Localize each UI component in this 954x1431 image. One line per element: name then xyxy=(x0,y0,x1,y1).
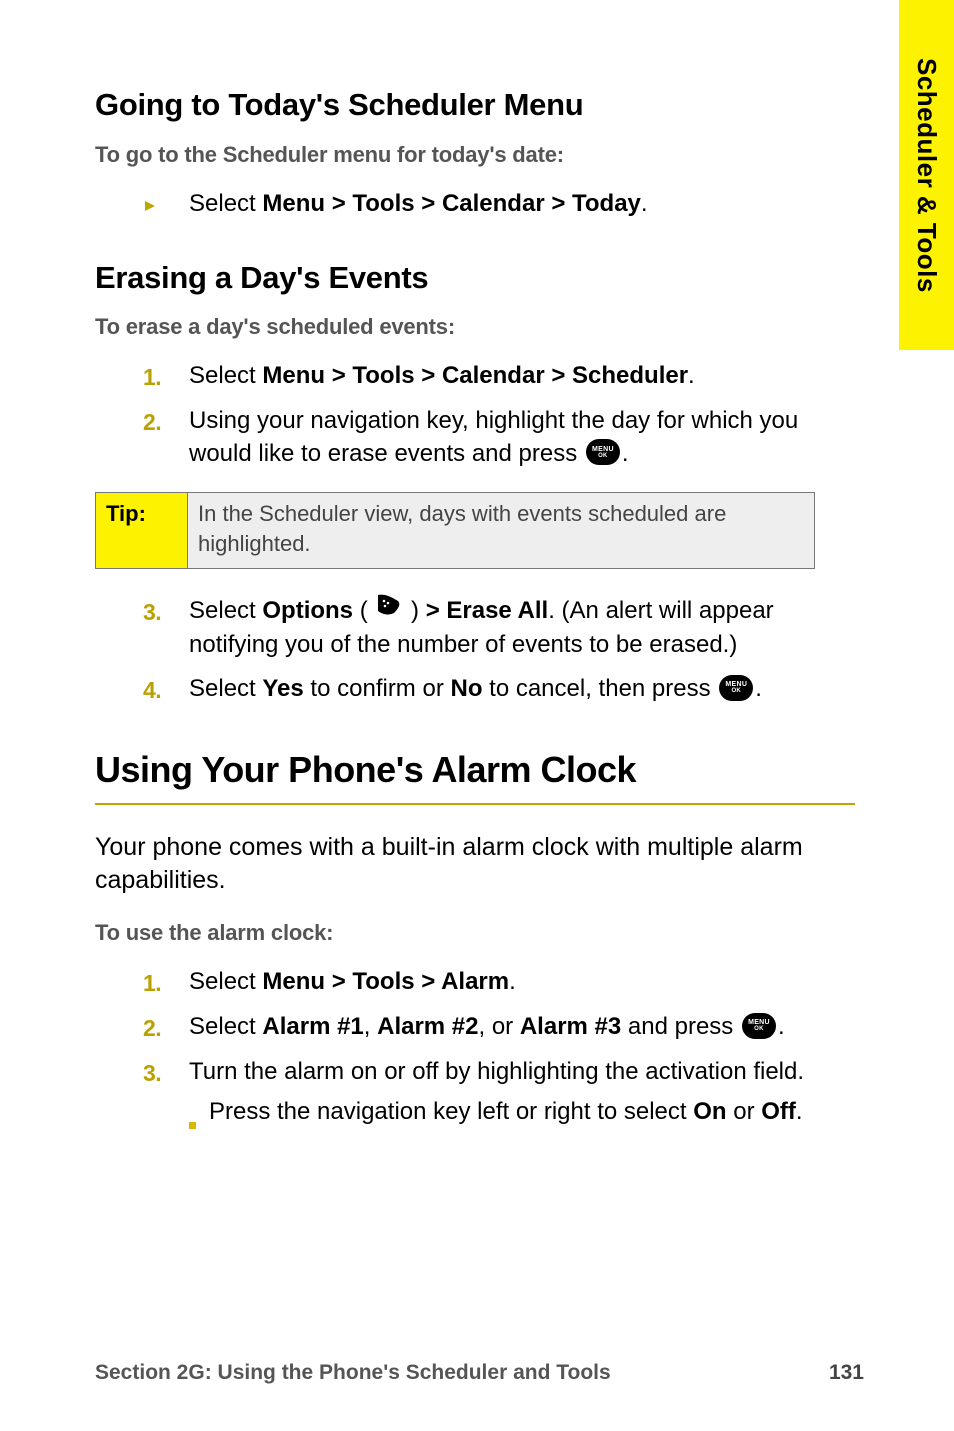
text-fragment: Select xyxy=(189,362,262,389)
step-text: Select Menu > Tools > Alarm. xyxy=(189,966,864,999)
bullet-today-path: Select Menu > Tools > Calendar > Today. xyxy=(143,188,864,221)
text-bold: Menu > Tools > Alarm xyxy=(262,968,509,995)
bullet-today-text: Select Menu > Tools > Calendar > Today. xyxy=(189,188,864,221)
step-number: 2. xyxy=(143,1011,189,1044)
softkey-right-icon xyxy=(376,593,402,626)
sub-bullet: Press the navigation key left or right t… xyxy=(189,1096,864,1138)
text-fragment: to cancel, then press xyxy=(482,675,717,702)
step-text: Select Menu > Tools > Calendar > Schedul… xyxy=(189,360,864,393)
step-number: 1. xyxy=(143,966,189,999)
menu-ok-icon: MENU OK xyxy=(586,439,620,465)
page-footer: Section 2G: Using the Phone's Scheduler … xyxy=(95,1359,864,1387)
step-number: 3. xyxy=(143,1056,189,1139)
text-fragment: ) xyxy=(404,597,425,624)
side-tab-label: Scheduler & Tools xyxy=(909,58,944,293)
tip-box: Tip: In the Scheduler view, days with ev… xyxy=(95,492,815,569)
text-bold: No xyxy=(450,675,482,702)
icon-text: MENU xyxy=(748,1019,770,1026)
text-fragment: Select xyxy=(189,968,262,995)
page-number: 131 xyxy=(829,1359,864,1387)
sub-bullet-text: Press the navigation key left or right t… xyxy=(209,1096,864,1138)
icon-text: OK xyxy=(754,1026,764,1032)
text-fragment: . xyxy=(778,1013,785,1040)
step-3-erase: 3. Select Options ( ) > Erase All. (An a… xyxy=(143,595,864,661)
text-bold: On xyxy=(693,1098,726,1125)
tip-label: Tip: xyxy=(96,492,188,568)
text-fragment: Select xyxy=(189,675,262,702)
text-fragment: Using your navigation key, highlight the… xyxy=(189,407,798,466)
step-number: 1. xyxy=(143,360,189,393)
step-text: Turn the alarm on or off by highlighting… xyxy=(189,1056,864,1139)
text-fragment: Turn the alarm on or off by highlighting… xyxy=(189,1058,804,1085)
text-fragment: to confirm or xyxy=(304,675,451,702)
lead-alarm: To use the alarm clock: xyxy=(95,918,864,948)
text-bold: Menu > Tools > Calendar > Today xyxy=(262,190,641,217)
heading-alarm-clock: Using Your Phone's Alarm Clock xyxy=(95,746,864,795)
step-4-erase: 4. Select Yes to confirm or No to cancel… xyxy=(143,673,864,706)
text-fragment: . xyxy=(796,1098,803,1125)
text-bold: Yes xyxy=(262,675,303,702)
step-number: 3. xyxy=(143,595,189,661)
text-bold: Alarm #2 xyxy=(377,1013,478,1040)
step-1-erase: 1. Select Menu > Tools > Calendar > Sche… xyxy=(143,360,864,393)
text-bold: Off xyxy=(761,1098,796,1125)
step-2-erase: 2. Using your navigation key, highlight … xyxy=(143,405,864,470)
lead-erasing: To erase a day's scheduled events: xyxy=(95,312,864,342)
icon-text: OK xyxy=(598,453,608,459)
text-bold: Alarm #3 xyxy=(520,1013,621,1040)
text-fragment: Select xyxy=(189,597,262,624)
divider xyxy=(95,803,855,805)
text-bold: Options xyxy=(262,597,353,624)
text-fragment: , xyxy=(364,1013,377,1040)
text-fragment: or xyxy=(727,1098,762,1125)
text-fragment: ( xyxy=(353,597,374,624)
step-text: Select Options ( ) > Erase All. (An aler… xyxy=(189,595,864,661)
alarm-intro: Your phone comes with a built-in alarm c… xyxy=(95,831,864,899)
text-fragment: . xyxy=(509,968,516,995)
text-bold: Menu > Tools > Calendar > Scheduler xyxy=(262,362,688,389)
text-fragment: Select xyxy=(189,1013,262,1040)
text-fragment: . xyxy=(622,440,629,467)
step-text: Using your navigation key, highlight the… xyxy=(189,405,864,470)
menu-ok-icon: MENU OK xyxy=(742,1013,776,1039)
lead-today: To go to the Scheduler menu for today's … xyxy=(95,140,864,170)
text-bold: Alarm #1 xyxy=(262,1013,363,1040)
icon-text: OK xyxy=(731,688,741,694)
menu-ok-icon: MENU OK xyxy=(719,675,753,701)
text-fragment: . xyxy=(755,675,762,702)
step-text: Select Alarm #1, Alarm #2, or Alarm #3 a… xyxy=(189,1011,864,1044)
step-2-alarm: 2. Select Alarm #1, Alarm #2, or Alarm #… xyxy=(143,1011,864,1044)
icon-text: MENU xyxy=(725,681,747,688)
text-fragment: Press the navigation key left or right t… xyxy=(209,1098,693,1125)
footer-section: Section 2G: Using the Phone's Scheduler … xyxy=(95,1359,611,1387)
text-fragment: . xyxy=(641,190,648,217)
step-number: 4. xyxy=(143,673,189,706)
step-1-alarm: 1. Select Menu > Tools > Alarm. xyxy=(143,966,864,999)
text-fragment: Select xyxy=(189,190,262,217)
side-tab: Scheduler & Tools xyxy=(899,0,954,350)
heading-erasing: Erasing a Day's Events xyxy=(95,257,864,299)
text-fragment: , or xyxy=(479,1013,520,1040)
icon-text: MENU xyxy=(592,446,614,453)
heading-today-scheduler: Going to Today's Scheduler Menu xyxy=(95,84,864,126)
text-fragment: . xyxy=(688,362,695,389)
square-bullet-icon xyxy=(189,1096,209,1138)
text-bold: > Erase All xyxy=(426,597,549,624)
step-3-alarm: 3. Turn the alarm on or off by highlight… xyxy=(143,1056,864,1139)
text-fragment: and press xyxy=(621,1013,740,1040)
step-number: 2. xyxy=(143,405,189,470)
tip-body: In the Scheduler view, days with events … xyxy=(188,492,815,568)
bullet-marker-icon xyxy=(143,188,189,221)
step-text: Select Yes to confirm or No to cancel, t… xyxy=(189,673,864,706)
